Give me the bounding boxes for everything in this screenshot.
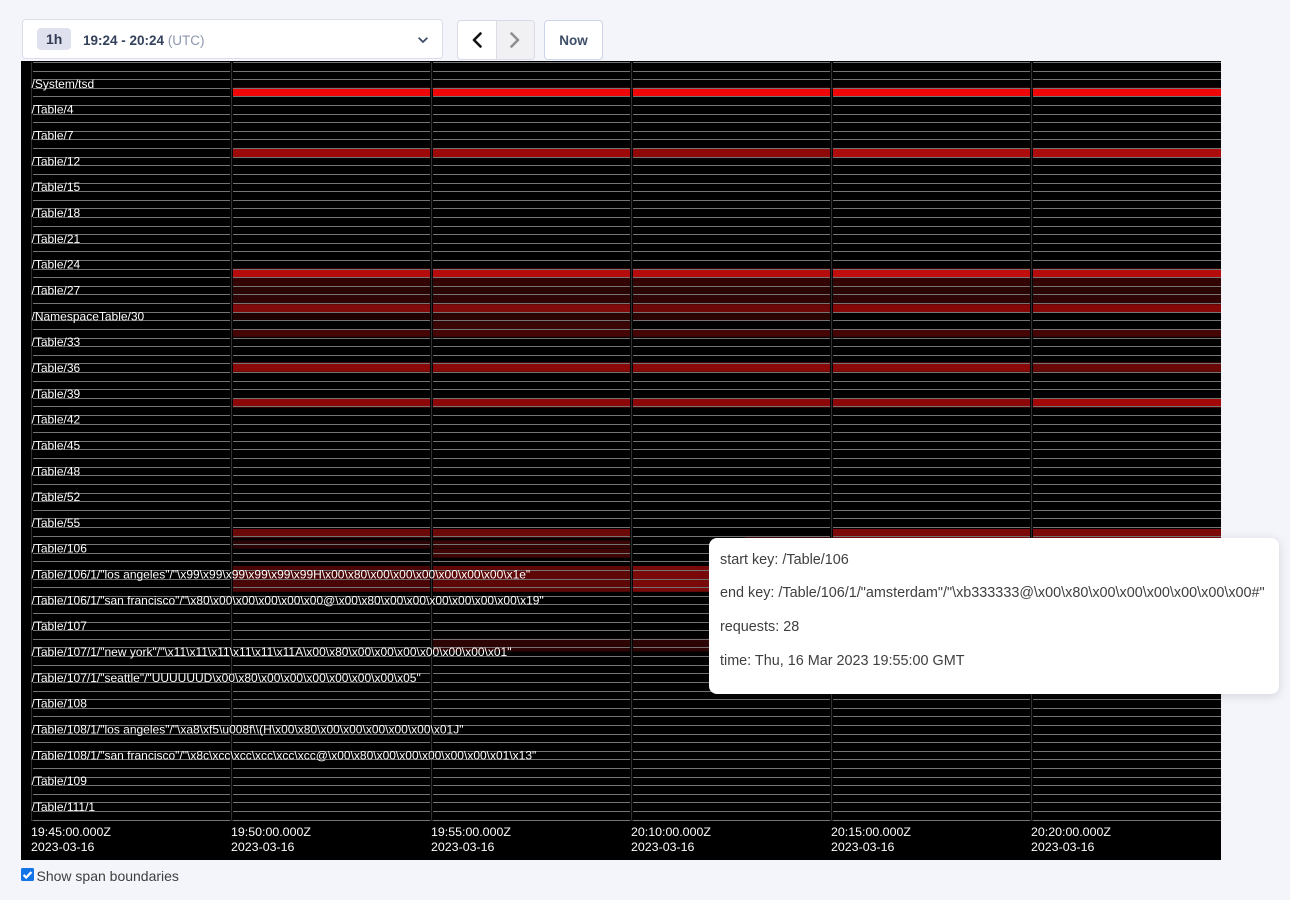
svg-text:19:50:00.000Z: 19:50:00.000Z <box>231 825 311 839</box>
svg-text:20:10:00.000Z: 20:10:00.000Z <box>631 825 711 839</box>
svg-text:2023-03-16: 2023-03-16 <box>431 840 494 854</box>
svg-text:2023-03-16: 2023-03-16 <box>231 840 294 854</box>
svg-text:/Table/36: /Table/36 <box>32 361 81 375</box>
svg-text:/Table/39: /Table/39 <box>32 387 81 401</box>
svg-text:2023-03-16: 2023-03-16 <box>831 840 894 854</box>
svg-text:/Table/111/1: /Table/111/1 <box>32 800 96 814</box>
svg-text:/Table/107: /Table/107 <box>32 619 88 633</box>
svg-text:/Table/33: /Table/33 <box>32 335 81 349</box>
svg-text:/Table/106/1/"los angeles"/"\x: /Table/106/1/"los angeles"/"\x99\x99\x99… <box>32 568 531 582</box>
svg-text:/Table/106/1/"san francisco"/": /Table/106/1/"san francisco"/"\x80\x00\x… <box>32 593 544 607</box>
svg-text:/Table/27: /Table/27 <box>32 283 81 297</box>
svg-text:20:15:00.000Z: 20:15:00.000Z <box>831 825 911 839</box>
svg-text:/Table/24: /Table/24 <box>32 258 81 272</box>
svg-text:/Table/7: /Table/7 <box>32 129 74 143</box>
svg-text:/Table/15: /Table/15 <box>32 180 81 194</box>
svg-text:2023-03-16: 2023-03-16 <box>631 840 694 854</box>
svg-text:/Table/108/1/"los angeles"/"\x: /Table/108/1/"los angeles"/"\xa8\xf5\u00… <box>32 723 464 737</box>
svg-text:/Table/21: /Table/21 <box>32 232 81 246</box>
svg-text:/NamespaceTable/30: /NamespaceTable/30 <box>32 309 145 323</box>
svg-text:19:55:00.000Z: 19:55:00.000Z <box>431 825 511 839</box>
svg-text:20:20:00.000Z: 20:20:00.000Z <box>1031 825 1111 839</box>
svg-text:/Table/109: /Table/109 <box>32 774 88 788</box>
svg-text:2023-03-16: 2023-03-16 <box>1031 840 1094 854</box>
svg-text:/Table/107/1/"new york"/"\x11\: /Table/107/1/"new york"/"\x11\x11\x11\x1… <box>32 645 512 659</box>
svg-text:19:45:00.000Z: 19:45:00.000Z <box>31 825 111 839</box>
svg-text:/Table/4: /Table/4 <box>32 103 74 117</box>
svg-text:/Table/52: /Table/52 <box>32 490 81 504</box>
svg-text:/Table/45: /Table/45 <box>32 438 81 452</box>
svg-text:/Table/108/1/"san francisco"/": /Table/108/1/"san francisco"/"\x8c\xcc\x… <box>32 748 537 762</box>
svg-text:2023-03-16: 2023-03-16 <box>31 840 94 854</box>
svg-text:/System/tsd: /System/tsd <box>32 77 95 91</box>
svg-text:/Table/55: /Table/55 <box>32 516 81 530</box>
svg-text:/Table/106: /Table/106 <box>32 542 88 556</box>
svg-text:/Table/108: /Table/108 <box>32 697 88 711</box>
svg-text:/Table/18: /Table/18 <box>32 206 81 220</box>
svg-text:/Table/12: /Table/12 <box>32 154 81 168</box>
svg-text:/Table/107/1/"seattle"/"UUUUUU: /Table/107/1/"seattle"/"UUUUUUD\x00\x80\… <box>32 671 421 685</box>
svg-text:/Table/42: /Table/42 <box>32 413 81 427</box>
svg-text:/Table/48: /Table/48 <box>32 464 81 478</box>
